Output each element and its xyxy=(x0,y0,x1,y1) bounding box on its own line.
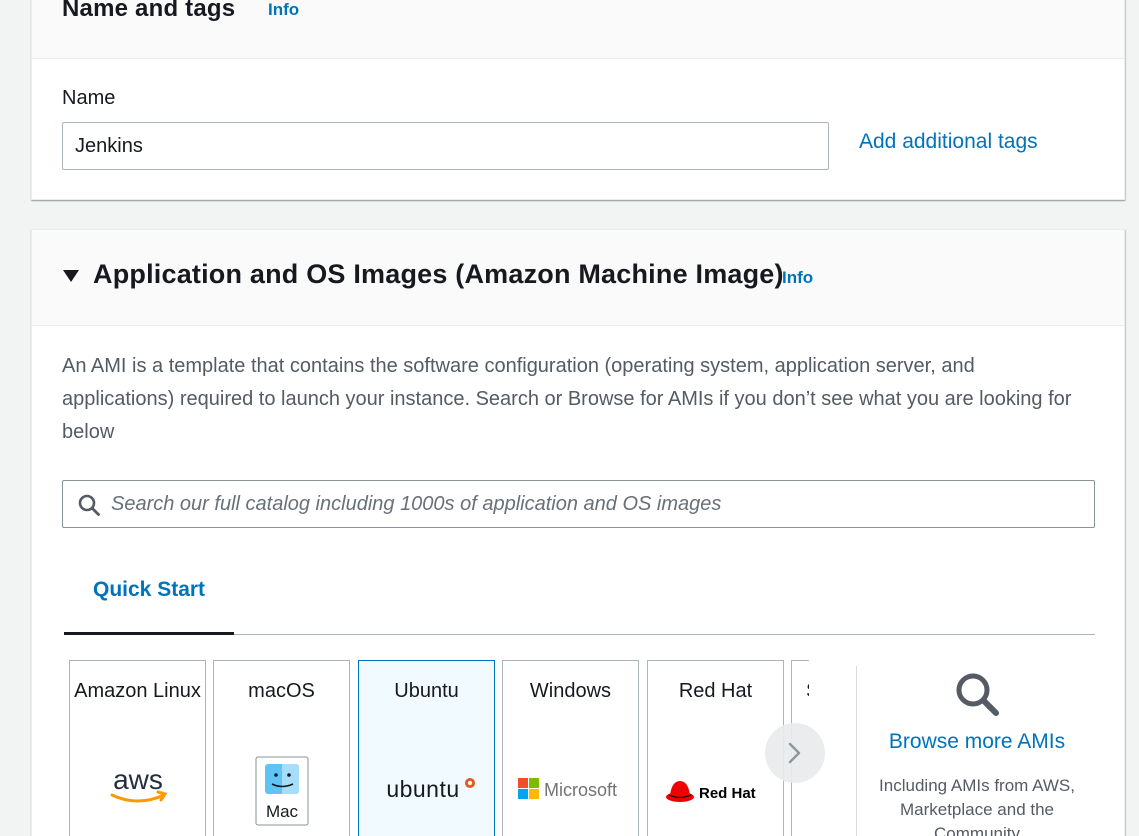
os-card-label: Amazon Linux xyxy=(74,680,201,702)
svg-text:Microsoft: Microsoft xyxy=(544,780,617,800)
aws-logo-icon: aws xyxy=(70,764,205,812)
name-and-tags-info-link[interactable]: Info xyxy=(268,0,299,20)
name-label: Name xyxy=(62,87,116,109)
svg-text:aws: aws xyxy=(113,765,163,795)
ami-header[interactable]: Application and OS Images (Amazon Machin… xyxy=(32,230,1124,326)
ami-title[interactable]: Application and OS Images (Amazon Machin… xyxy=(93,259,784,290)
ami-panel: Application and OS Images (Amazon Machin… xyxy=(31,229,1125,836)
ami-description: An AMI is a template that contains the s… xyxy=(62,355,1072,443)
os-card-label: Ubuntu xyxy=(394,680,459,702)
os-card-label: S xyxy=(806,675,809,708)
name-and-tags-panel: Name and tags Info Name Add additional t… xyxy=(31,0,1125,200)
os-card-amazon-linux[interactable]: Amazon Linux aws xyxy=(69,660,206,836)
tab-active-indicator xyxy=(64,632,234,635)
microsoft-logo-icon: Microsoft xyxy=(503,776,638,807)
svg-text:Red Hat: Red Hat xyxy=(699,785,756,802)
chevron-right-icon xyxy=(788,742,801,764)
search-icon xyxy=(956,673,999,716)
ami-search-input[interactable] xyxy=(111,481,1081,527)
ami-search-box[interactable] xyxy=(62,480,1095,528)
name-input[interactable] xyxy=(62,122,829,170)
tab-quick-start[interactable]: Quick Start xyxy=(93,578,205,602)
svg-text:ubuntu: ubuntu xyxy=(386,776,459,802)
os-card-macos[interactable]: macOS Mac xyxy=(213,660,350,836)
os-card-ubuntu[interactable]: Ubuntu ubuntu xyxy=(358,660,495,836)
caret-down-icon[interactable] xyxy=(63,270,79,282)
ubuntu-logo-icon: ubuntu xyxy=(359,775,494,810)
red-hat-logo-icon: Red Hat xyxy=(648,777,783,812)
search-icon xyxy=(78,494,100,516)
mac-finder-icon: Mac xyxy=(214,756,349,831)
browse-divider xyxy=(856,666,857,836)
browse-more-amis-link[interactable]: Browse more AMIs xyxy=(867,730,1087,754)
os-card-label: Red Hat xyxy=(678,680,753,702)
carousel-next-button[interactable] xyxy=(765,723,825,783)
add-additional-tags-link[interactable]: Add additional tags xyxy=(859,130,1038,154)
os-card-red-hat[interactable]: Red Hat Red Hat xyxy=(647,660,784,836)
name-and-tags-header: Name and tags Info xyxy=(32,0,1124,59)
os-card-label: Windows xyxy=(529,680,612,702)
ami-info-link[interactable]: Info xyxy=(782,268,813,288)
svg-text:Mac: Mac xyxy=(265,802,298,821)
name-and-tags-title: Name and tags xyxy=(62,0,236,22)
os-card-windows[interactable]: Windows Microsoft xyxy=(502,660,639,836)
browse-more-amis-subtitle: Including AMIs from AWS, Marketplace and… xyxy=(879,776,1075,836)
os-card-label: macOS xyxy=(248,680,315,702)
